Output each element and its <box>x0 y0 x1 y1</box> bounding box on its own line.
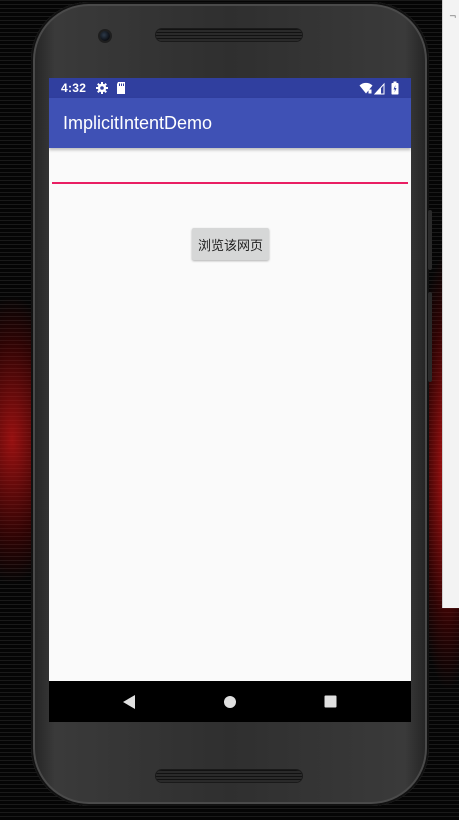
nav-home-button[interactable] <box>200 681 260 722</box>
url-input[interactable] <box>52 160 408 184</box>
battery-icon <box>391 81 399 95</box>
top-speaker-grille <box>156 29 302 41</box>
volume-button[interactable] <box>428 292 432 382</box>
status-time: 4:32 <box>61 81 87 95</box>
background-window-mark: ¬ <box>449 12 457 22</box>
device-screen: 4:32 ImplicitIntentDemo 浏览该网页 <box>49 78 411 722</box>
wifi-icon <box>359 82 373 94</box>
navigation-bar <box>49 681 411 722</box>
nav-back-button[interactable] <box>99 681 159 722</box>
app-bar: ImplicitIntentDemo <box>49 98 411 148</box>
browse-webpage-button[interactable]: 浏览该网页 <box>192 228 269 260</box>
power-button[interactable] <box>428 210 432 270</box>
gear-icon <box>96 82 108 94</box>
recents-icon <box>324 695 336 708</box>
background-window: ¬ <box>442 0 459 608</box>
home-icon <box>224 695 236 708</box>
bottom-speaker-grille <box>156 770 302 782</box>
sd-card-icon <box>117 82 125 94</box>
front-camera <box>100 31 110 41</box>
nav-recents-button[interactable] <box>300 681 360 722</box>
back-icon <box>123 694 135 709</box>
status-bar: 4:32 <box>49 78 411 98</box>
app-title: ImplicitIntentDemo <box>63 113 213 133</box>
cell-signal-icon <box>374 82 385 95</box>
